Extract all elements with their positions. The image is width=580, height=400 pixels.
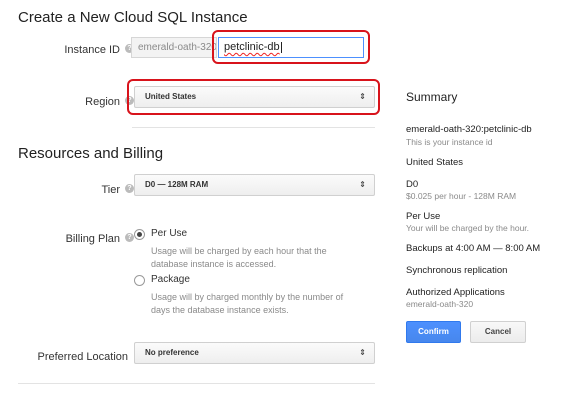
region-highlight bbox=[127, 79, 380, 115]
option-label-package[interactable]: Package bbox=[151, 274, 190, 285]
option-desc-package: Usage will by charged monthly by the num… bbox=[151, 291, 366, 317]
summary-apps-value: emerald-oath-320 bbox=[406, 299, 474, 309]
desc-line: Usage will be charged by each hour that … bbox=[151, 246, 327, 256]
location-label-row: Preferred Location bbox=[30, 347, 129, 365]
summary-tier-note: $0.025 per hour - 128M RAM bbox=[406, 191, 517, 201]
summary-instance-id: emerald-oath-320:petclinic-db bbox=[406, 124, 532, 135]
summary-title: Summary bbox=[406, 90, 458, 104]
radio-package[interactable] bbox=[134, 275, 145, 286]
instance-id-label: Instance ID bbox=[64, 44, 120, 56]
summary-backups: Backups at 4:00 AM — 8:00 AM bbox=[406, 243, 541, 254]
instance-id-highlight bbox=[212, 30, 370, 64]
summary-region: United States bbox=[406, 157, 464, 168]
region-label: Region bbox=[85, 96, 120, 108]
radio-per-use[interactable] bbox=[134, 229, 145, 240]
desc-line: Usage will by charged monthly by the num… bbox=[151, 292, 344, 302]
desc-line: database instance is accessed. bbox=[151, 259, 277, 269]
updown-arrows-icon: ⇕ bbox=[359, 348, 366, 357]
location-select[interactable]: No preference ⇕ bbox=[134, 342, 375, 364]
billing-label-row: Billing Plan? bbox=[30, 229, 134, 247]
summary-tier: D0 bbox=[406, 179, 419, 190]
summary-instance-id-note: This is your instance id bbox=[406, 137, 493, 147]
page-title: Create a New Cloud SQL Instance bbox=[18, 9, 248, 26]
divider bbox=[18, 383, 375, 384]
tier-label-row: Tier? bbox=[30, 180, 134, 198]
updown-arrows-icon: ⇕ bbox=[359, 180, 366, 189]
summary-plan-note: Your will be charged by the hour. bbox=[406, 223, 530, 233]
tier-select[interactable]: D0 — 128M RAM ⇕ bbox=[134, 174, 375, 196]
instance-id-prefix: emerald-oath-320 bbox=[131, 37, 217, 58]
divider bbox=[132, 127, 375, 128]
help-icon[interactable]: ? bbox=[125, 233, 134, 243]
confirm-button[interactable]: Confirm bbox=[406, 321, 461, 343]
desc-line: days the database instance exists. bbox=[151, 305, 289, 315]
cancel-button[interactable]: Cancel bbox=[470, 321, 526, 343]
option-label-per-use[interactable]: Per Use bbox=[151, 228, 187, 239]
location-label: Preferred Location bbox=[37, 351, 129, 363]
summary-apps-title: Authorized Applications bbox=[406, 287, 505, 298]
help-icon[interactable]: ? bbox=[125, 184, 134, 194]
summary-replication: Synchronous replication bbox=[406, 265, 508, 276]
tier-label: Tier bbox=[101, 184, 120, 196]
option-desc-per-use: Usage will be charged by each hour that … bbox=[151, 245, 366, 271]
instance-id-label-row: Instance ID? bbox=[30, 40, 134, 58]
billing-plan-label: Billing Plan bbox=[65, 233, 120, 245]
region-label-row: Region? bbox=[30, 92, 134, 110]
tier-select-value: D0 — 128M RAM bbox=[145, 180, 209, 189]
summary-plan: Per Use bbox=[406, 211, 441, 222]
section-title: Resources and Billing bbox=[18, 145, 164, 162]
location-select-value: No preference bbox=[145, 348, 199, 357]
